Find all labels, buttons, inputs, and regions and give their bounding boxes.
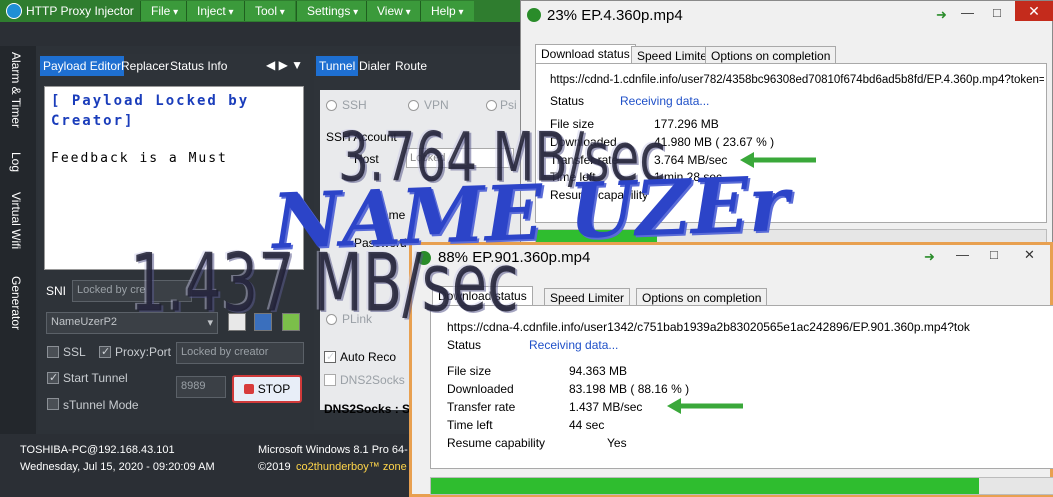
download-2-resume-label: Resume capability bbox=[447, 436, 546, 450]
proxy-port-input[interactable]: Locked by creator bbox=[176, 342, 304, 364]
download-2-time-left-label: Time left bbox=[447, 418, 493, 432]
copyright: ©2019 bbox=[258, 461, 291, 473]
tab-dialer[interactable]: Dialer bbox=[356, 56, 393, 76]
tab-replacer[interactable]: Replacer bbox=[118, 56, 172, 76]
download-2-file-size: 94.363 MB bbox=[569, 364, 628, 378]
stop-button[interactable]: STOP bbox=[232, 375, 302, 403]
download-1-close-icon[interactable]: ✕ bbox=[1015, 1, 1053, 21]
download-1-maximize-icon[interactable]: □ bbox=[993, 5, 1001, 20]
download-1-url: https://cdnd-1.cdnfile.info/user782/4358… bbox=[550, 74, 1044, 86]
sni-label: SNI bbox=[46, 284, 67, 298]
side-tab-virtual-wifi[interactable]: Virtual Wifi bbox=[9, 192, 23, 249]
download-2-transfer-rate: 1.437 MB/sec bbox=[569, 400, 643, 414]
download-2-arrow-icon bbox=[667, 398, 743, 414]
menu-tool[interactable]: Tool bbox=[244, 1, 295, 21]
download-2-progress-fill bbox=[431, 478, 980, 494]
date-time: Wednesday, Jul 15, 2020 - 09:20:09 AM bbox=[20, 461, 215, 473]
ssl-checkbox[interactable] bbox=[47, 346, 59, 358]
tab-route[interactable]: Route bbox=[392, 56, 430, 76]
download-2-status-panel: https://cdna-4.cdnfile.info/user1342/c75… bbox=[430, 305, 1053, 469]
start-tunnel-label: Start Tunnel bbox=[63, 371, 128, 385]
download-2-minimize-icon[interactable]: — bbox=[956, 247, 969, 262]
ssl-label: SSL bbox=[63, 345, 86, 359]
menu-inject[interactable]: Inject bbox=[186, 1, 244, 21]
host-info: TOSHIBA-PC@192.168.43.101 bbox=[20, 444, 175, 456]
download-2-minimize-to-tray-icon[interactable]: ➜ bbox=[924, 249, 935, 265]
side-tab-alarm-timer[interactable]: Alarm & Timer bbox=[9, 52, 23, 128]
radio-psiphon-label: Psi bbox=[500, 98, 517, 112]
download-2-transfer-rate-label: Transfer rate bbox=[447, 400, 516, 414]
radio-ssh-label: SSH bbox=[342, 98, 367, 112]
menu-file[interactable]: File bbox=[140, 1, 189, 21]
auto-reconnect-label: Auto Reco bbox=[340, 350, 397, 364]
download-1-title: 23% EP.4.360p.mp4 bbox=[547, 7, 683, 24]
download-1-downloaded: 41.980 MB ( 23.67 % ) bbox=[654, 135, 775, 149]
menu-help[interactable]: Help bbox=[420, 1, 474, 21]
tab-tunnel[interactable]: Tunnel bbox=[316, 56, 359, 76]
download-2-time-left: 44 sec bbox=[569, 418, 605, 432]
download-app-icon bbox=[527, 8, 541, 22]
side-tab-log[interactable]: Log bbox=[9, 152, 23, 172]
radio-vpn-label: VPN bbox=[424, 98, 449, 112]
stop-button-label: STOP bbox=[257, 382, 291, 396]
brand-link[interactable]: co2thunderboy™ zone bbox=[296, 461, 407, 473]
app-logo-icon bbox=[6, 3, 22, 19]
menu-view[interactable]: View bbox=[366, 1, 421, 21]
download-2-progress-bar bbox=[430, 477, 1053, 495]
download-2-maximize-icon[interactable]: □ bbox=[990, 247, 998, 262]
download-1-minimize-to-tray-icon[interactable]: ➜ bbox=[936, 7, 947, 23]
local-port-input[interactable]: 8989 bbox=[176, 376, 226, 398]
tab-download-status[interactable]: Download status bbox=[535, 44, 636, 63]
download-2-file-size-label: File size bbox=[447, 364, 492, 378]
radio-ssh[interactable] bbox=[326, 100, 337, 111]
menu-settings[interactable]: Settings bbox=[296, 1, 369, 21]
app-title: HTTP Proxy Injector bbox=[26, 4, 134, 18]
title-bar: HTTP Proxy Injector File Inject Tool Set… bbox=[0, 0, 520, 22]
dns2socks-label: DNS2Socks bbox=[340, 373, 405, 387]
download-2-resume-value: Yes bbox=[607, 436, 627, 450]
download-1-minimize-icon[interactable]: — bbox=[961, 5, 974, 20]
overlay-speed-left: 1.437 MB/sec bbox=[130, 238, 519, 331]
stop-icon bbox=[243, 384, 254, 394]
profile-select-value: NameUzerP2 bbox=[51, 316, 118, 328]
side-tab-generator[interactable]: Generator bbox=[9, 276, 23, 330]
download-1-status-value: Receiving data... bbox=[620, 94, 710, 108]
tab-scroll-arrows-icon[interactable]: ◀ ▶ ▼ bbox=[266, 58, 303, 72]
proxy-port-label: Proxy:Port bbox=[115, 345, 172, 359]
auto-reconnect-checkbox[interactable] bbox=[324, 350, 336, 363]
download-2-status-value: Receiving data... bbox=[529, 338, 619, 352]
proxy-port-checkbox[interactable] bbox=[99, 345, 111, 358]
toolbar-strip bbox=[0, 22, 520, 46]
tab-payload-editor[interactable]: Payload Editor bbox=[40, 56, 125, 76]
radio-vpn[interactable] bbox=[408, 100, 419, 111]
tab-status-info[interactable]: Status Info bbox=[167, 56, 230, 76]
payload-locked-text: [ Payload Locked by Creator] bbox=[51, 93, 250, 129]
download-1-status-label: Status bbox=[550, 94, 585, 108]
download-2-close-icon[interactable]: ✕ bbox=[1024, 247, 1035, 263]
stunnel-label: sTunnel Mode bbox=[63, 398, 139, 412]
dns2socks-checkbox[interactable] bbox=[324, 374, 336, 386]
radio-psiphon[interactable] bbox=[486, 100, 497, 111]
start-tunnel-checkbox[interactable] bbox=[47, 371, 59, 384]
os-info: Microsoft Windows 8.1 Pro 64- bbox=[258, 444, 408, 456]
stunnel-checkbox[interactable] bbox=[47, 398, 59, 410]
download-2-downloaded-label: Downloaded bbox=[447, 382, 514, 396]
download-2-url: https://cdna-4.cdnfile.info/user1342/c75… bbox=[447, 320, 970, 334]
download-2-downloaded: 83.198 MB ( 88.16 % ) bbox=[569, 382, 690, 396]
download-2-status-label: Status bbox=[447, 338, 482, 352]
side-nav: Alarm & Timer Log Virtual Wifi Generator bbox=[0, 46, 36, 434]
payload-feedback-text: Feedback is a Must bbox=[51, 151, 228, 166]
